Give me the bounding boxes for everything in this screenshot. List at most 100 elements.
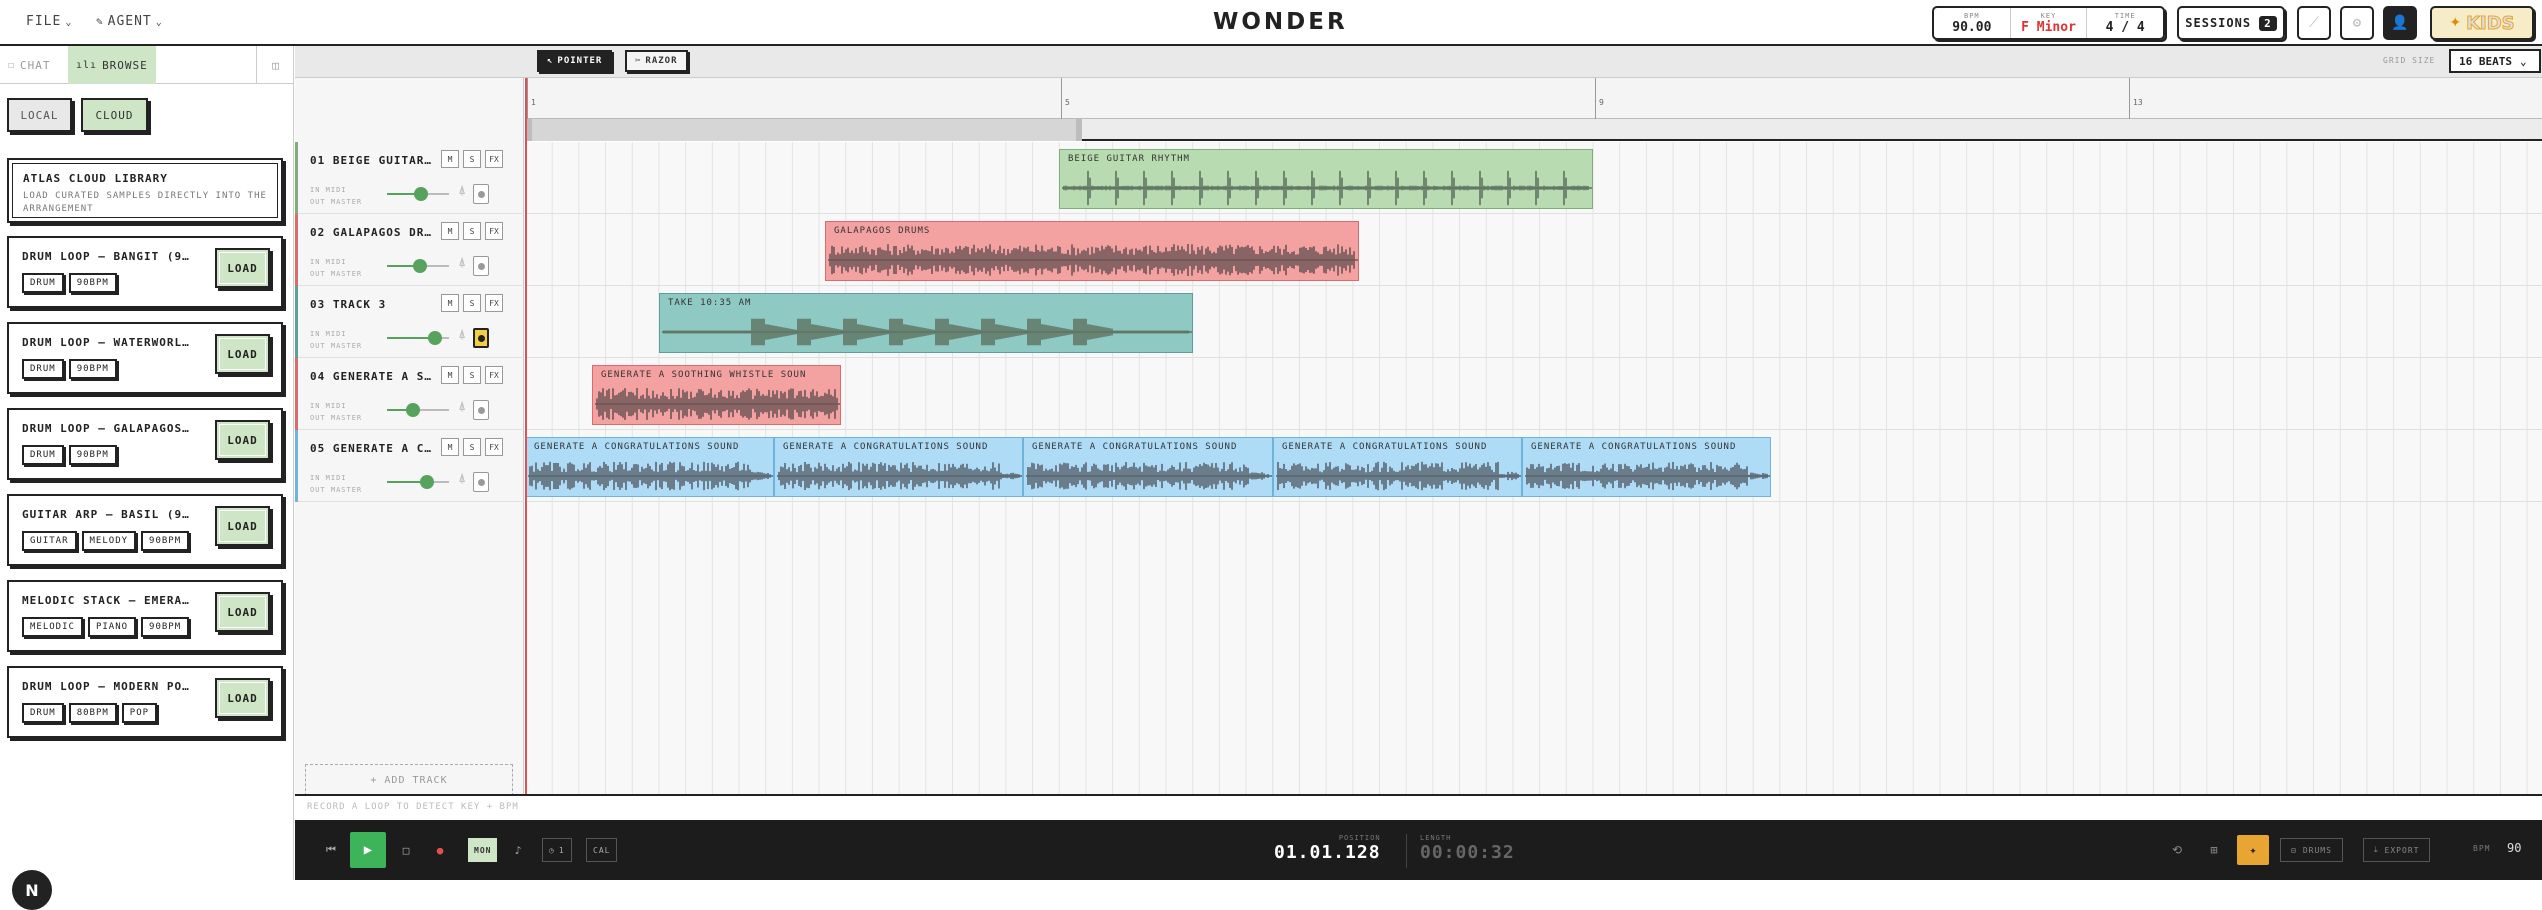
audio-clip[interactable]: BEIGE GUITAR RHYTHM bbox=[1059, 149, 1593, 209]
metronome-button[interactable]: ♪ bbox=[508, 838, 528, 862]
count-in-button[interactable]: ◷ 1 bbox=[542, 838, 572, 862]
collapse-sidebar-button[interactable]: ◫ bbox=[256, 46, 294, 84]
track-input[interactable]: IN MIDI bbox=[310, 258, 347, 266]
kids-mode-button[interactable]: ✦ KIDS bbox=[2430, 6, 2534, 40]
track-name[interactable]: 02 GALAPAGOS DRU… bbox=[310, 226, 432, 239]
razor-tool-button[interactable]: ✂ RAZOR bbox=[625, 50, 688, 72]
record-arm-button[interactable] bbox=[473, 256, 489, 276]
track-name[interactable]: 01 BEIGE GUITAR … bbox=[310, 154, 432, 167]
mute-button[interactable]: M bbox=[441, 294, 459, 312]
audio-clip[interactable]: GENERATE A CONGRATULATIONS SOUND bbox=[1522, 437, 1771, 497]
mute-button[interactable]: M bbox=[441, 366, 459, 384]
tab-browse[interactable]: ılı BROWSE bbox=[68, 46, 156, 84]
pan-icon[interactable]: ⍋ bbox=[459, 258, 465, 269]
pointer-tool-button[interactable]: ↖ POINTER bbox=[537, 50, 613, 72]
track-header[interactable]: 02 GALAPAGOS DRU… M S FX IN MIDI OUT MASTER ⍋ bbox=[295, 214, 524, 286]
ai-assist-button[interactable]: ✦ bbox=[2237, 835, 2269, 865]
record-arm-button[interactable] bbox=[473, 472, 489, 492]
record-arm-button[interactable] bbox=[473, 400, 489, 420]
audio-clip[interactable]: GENERATE A CONGRATULATIONS SOUND bbox=[1273, 437, 1522, 497]
volume-knob[interactable] bbox=[420, 475, 434, 489]
volume-slider[interactable] bbox=[387, 475, 449, 489]
sample-card[interactable]: DRUM LOOP — MODERN POP (… DRUM 80BPM POP LOA… bbox=[7, 666, 283, 738]
audio-clip[interactable]: GALAPAGOS DRUMS bbox=[825, 221, 1359, 281]
solo-button[interactable]: S bbox=[463, 294, 481, 312]
sample-card[interactable]: DRUM LOOP — WATERWORLD (… DRUM 90BPM LOAD bbox=[7, 322, 283, 394]
track-input[interactable]: IN MIDI bbox=[310, 330, 347, 338]
load-button[interactable]: LOAD bbox=[215, 678, 270, 718]
load-button[interactable]: LOAD bbox=[215, 420, 270, 460]
track-header[interactable]: 05 GENERATE A CO… M S FX IN MIDI OUT MASTER ⍋ bbox=[295, 430, 524, 502]
grid-view-button[interactable]: ⊞ bbox=[2202, 838, 2226, 862]
track-name[interactable]: 03 TRACK 3 bbox=[310, 298, 432, 311]
playhead[interactable] bbox=[525, 78, 527, 794]
track-input[interactable]: IN MIDI bbox=[310, 186, 347, 194]
fx-button[interactable]: FX bbox=[485, 222, 503, 240]
cloud-toggle[interactable]: CLOUD bbox=[81, 98, 148, 132]
volume-slider[interactable] bbox=[387, 187, 449, 201]
next-logo-icon[interactable]: N bbox=[12, 870, 52, 910]
sample-card[interactable]: DRUM LOOP — GALAPAGOS (9… DRUM 90BPM LOAD bbox=[7, 408, 283, 480]
audio-clip[interactable]: GENERATE A CONGRATULATIONS SOUND bbox=[525, 437, 774, 497]
loop-region-bar[interactable] bbox=[525, 119, 2542, 141]
key-display[interactable]: KEY F Minor bbox=[2011, 8, 2088, 38]
pan-icon[interactable]: ⍋ bbox=[459, 330, 465, 341]
loop-toggle[interactable]: ⟲ bbox=[2165, 838, 2189, 862]
pan-icon[interactable]: ⍋ bbox=[459, 474, 465, 485]
audio-clip[interactable]: GENERATE A SOOTHING WHISTLE SOUN bbox=[592, 365, 841, 425]
record-button[interactable]: ● bbox=[428, 838, 452, 862]
bpm-display[interactable]: BPM 90.00 bbox=[1934, 8, 2011, 38]
mute-button[interactable]: M bbox=[441, 222, 459, 240]
sample-card[interactable]: GUITAR ARP — BASIL (90, … GUITAR MELODY 90B… bbox=[7, 494, 283, 566]
track-output[interactable]: OUT MASTER bbox=[310, 414, 362, 422]
audio-clip[interactable]: GENERATE A CONGRATULATIONS SOUND bbox=[1023, 437, 1273, 497]
stop-button[interactable]: □ bbox=[394, 838, 418, 862]
solo-button[interactable]: S bbox=[463, 222, 481, 240]
volume-knob[interactable] bbox=[413, 259, 427, 273]
volume-slider[interactable] bbox=[387, 403, 449, 417]
fx-button[interactable]: FX bbox=[485, 294, 503, 312]
grid-size-select[interactable]: 16 BEATS ⌄ bbox=[2449, 49, 2541, 73]
mute-button[interactable]: M bbox=[441, 438, 459, 456]
track-output[interactable]: OUT MASTER bbox=[310, 198, 362, 206]
track-output[interactable]: OUT MASTER bbox=[310, 342, 362, 350]
tab-chat[interactable]: ☐ CHAT bbox=[0, 46, 59, 84]
time-signature-display[interactable]: TIME 4 / 4 bbox=[2087, 8, 2163, 38]
track-header[interactable]: 03 TRACK 3 M S FX IN MIDI OUT MASTER ⍋ bbox=[295, 286, 524, 358]
load-button[interactable]: LOAD bbox=[215, 592, 270, 632]
record-arm-button[interactable] bbox=[473, 184, 489, 204]
file-menu[interactable]: FILE ⌄ bbox=[26, 14, 72, 29]
load-button[interactable]: LOAD bbox=[215, 334, 270, 374]
calibrate-button[interactable]: CAL bbox=[586, 838, 618, 862]
magic-wand-button[interactable]: ⟋ bbox=[2297, 6, 2331, 40]
track-lanes[interactable]: BEIGE GUITAR RHYTHM GALAPAGOS DRUMS TAKE 1… bbox=[525, 142, 2542, 794]
volume-knob[interactable] bbox=[414, 187, 428, 201]
monitor-toggle[interactable]: MON bbox=[468, 838, 498, 862]
audio-clip[interactable]: GENERATE A CONGRATULATIONS SOUND bbox=[774, 437, 1023, 497]
fx-button[interactable]: FX bbox=[485, 438, 503, 456]
sample-card[interactable]: DRUM LOOP — BANGIT (90) DRUM 90BPM LOAD bbox=[7, 236, 283, 308]
volume-knob[interactable] bbox=[406, 403, 420, 417]
pan-icon[interactable]: ⍋ bbox=[459, 186, 465, 197]
track-name[interactable]: 05 GENERATE A CO… bbox=[310, 442, 432, 455]
local-toggle[interactable]: LOCAL bbox=[7, 98, 72, 132]
track-input[interactable]: IN MIDI bbox=[310, 474, 347, 482]
agent-menu[interactable]: ✎ AGENT ⌄ bbox=[96, 14, 163, 29]
load-button[interactable]: LOAD bbox=[215, 506, 270, 546]
export-button[interactable]: ⤓ EXPORT bbox=[2363, 838, 2431, 862]
volume-slider[interactable] bbox=[387, 331, 449, 345]
solo-button[interactable]: S bbox=[463, 438, 481, 456]
track-output[interactable]: OUT MASTER bbox=[310, 486, 362, 494]
add-track-button[interactable]: + ADD TRACK bbox=[305, 764, 513, 796]
track-name[interactable]: 04 GENERATE A SO… bbox=[310, 370, 432, 383]
rewind-button[interactable]: ⏮ bbox=[319, 838, 343, 862]
track-output[interactable]: OUT MASTER bbox=[310, 270, 362, 278]
play-button[interactable]: ▶ bbox=[350, 832, 386, 868]
fx-button[interactable]: FX bbox=[485, 366, 503, 384]
settings-button[interactable]: ⚙ bbox=[2340, 6, 2374, 40]
volume-knob[interactable] bbox=[428, 331, 442, 345]
track-header[interactable]: 01 BEIGE GUITAR … M S FX IN MIDI OUT MASTER ⍋ bbox=[295, 142, 524, 214]
solo-button[interactable]: S bbox=[463, 150, 481, 168]
track-header[interactable]: 04 GENERATE A SO… M S FX IN MIDI OUT MASTER ⍋ bbox=[295, 358, 524, 430]
mute-button[interactable]: M bbox=[441, 150, 459, 168]
